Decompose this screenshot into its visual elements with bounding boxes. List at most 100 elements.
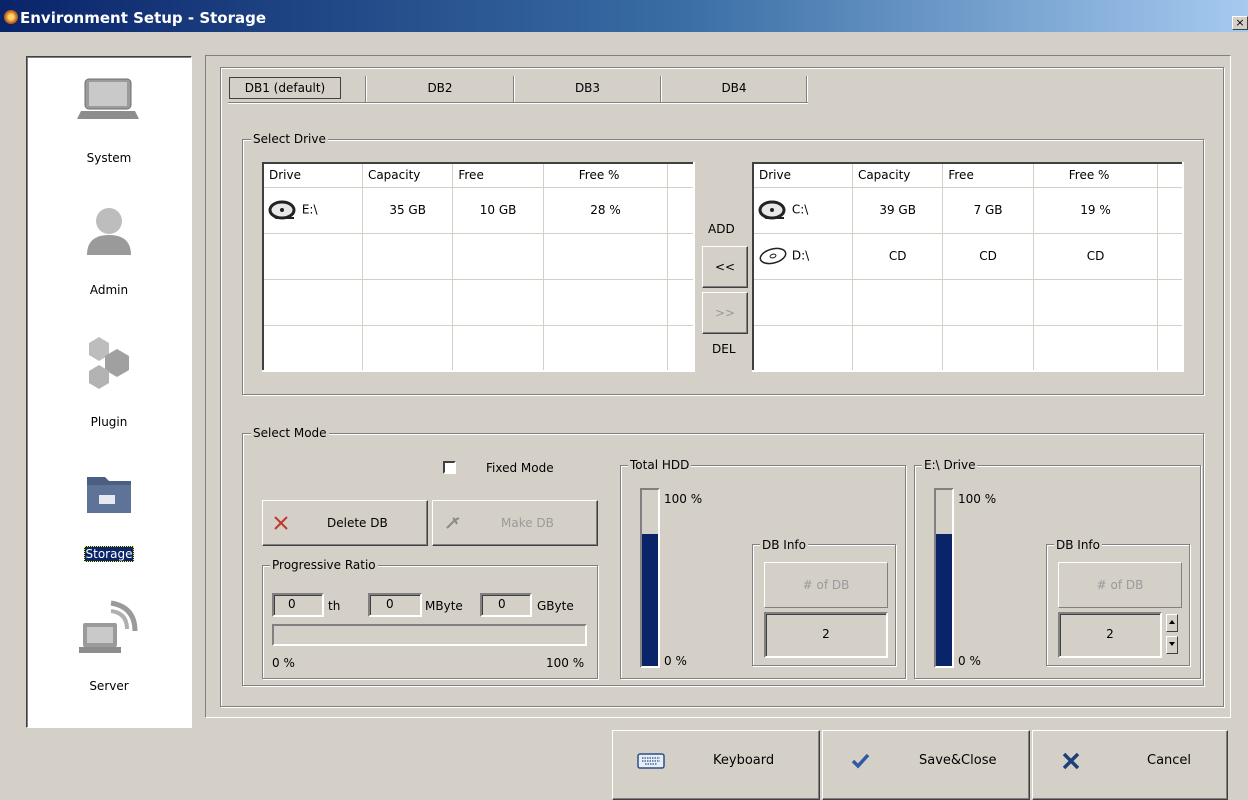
- column-header: Free: [942, 163, 1034, 188]
- checkmark-icon: [851, 753, 870, 769]
- hdd-icon: [758, 200, 786, 220]
- column-header: Free %: [1033, 163, 1159, 188]
- sidebar-item-storage[interactable]: Storage: [27, 467, 191, 577]
- free-cell: CD: [942, 233, 1034, 280]
- add-label: ADD: [708, 222, 735, 236]
- table-row: [263, 325, 695, 372]
- close-button[interactable]: ×: [1232, 16, 1248, 30]
- keyboard-label: Keyboard: [713, 753, 775, 768]
- column-header: Drive: [263, 163, 363, 188]
- save-close-label: Save&Close: [919, 753, 997, 768]
- sidebar-item-label: System: [86, 151, 132, 165]
- chevron-down-icon: [1169, 642, 1175, 646]
- title-bar: Environment Setup - Storage ×: [0, 0, 1248, 32]
- th-unit: th: [328, 599, 341, 613]
- gbyte-unit: GByte: [537, 599, 574, 613]
- num-db-value[interactable]: 2: [1058, 612, 1162, 658]
- cancel-button[interactable]: Cancel: [1032, 730, 1228, 800]
- make-db-button[interactable]: Make DB: [432, 500, 598, 546]
- capacity-cell: CD: [852, 233, 944, 280]
- capacity-cell: 35 GB: [362, 187, 454, 234]
- table-row: [263, 233, 695, 280]
- wand-icon: [446, 517, 460, 529]
- delete-db-button[interactable]: Delete DB: [262, 500, 428, 546]
- progress-max-label: 100 %: [546, 656, 585, 670]
- mbyte-field[interactable]: 0: [368, 593, 422, 617]
- total-hdd-gauge: [640, 488, 660, 668]
- th-field[interactable]: 0: [272, 593, 324, 617]
- capacity-cell: 39 GB: [852, 187, 944, 234]
- user-icon: [87, 208, 131, 255]
- tab-db4[interactable]: DB4: [662, 76, 806, 100]
- add-drive-button[interactable]: <<: [702, 246, 748, 288]
- sidebar-item-admin[interactable]: Admin: [27, 203, 191, 313]
- table-row: [753, 279, 1184, 326]
- tab-db1[interactable]: DB1 (default): [229, 77, 341, 99]
- laptop-icon: [77, 78, 139, 119]
- close-icon: [1062, 752, 1080, 770]
- available-drives-table: Drive Capacity Free Free % E:\ 35 GB 10 …: [262, 162, 695, 372]
- table-row: [263, 279, 695, 326]
- hexagon-plugin-icon: [89, 337, 129, 389]
- tab-underline: [228, 102, 808, 104]
- gauge-bottom-label: 0 %: [664, 654, 687, 668]
- select-drive-title: Select Drive: [251, 132, 328, 146]
- total-hdd-gauge-fill: [642, 534, 658, 666]
- fixed-mode-label: Fixed Mode: [486, 461, 554, 475]
- total-hdd-title: Total HDD: [628, 458, 692, 472]
- sidebar-item-plugin[interactable]: Plugin: [27, 335, 191, 445]
- free-pct-cell: 19 %: [1033, 187, 1159, 234]
- db-info-title: DB Info: [1054, 538, 1102, 552]
- sidebar-item-system[interactable]: System: [27, 71, 191, 181]
- drive-letter: C:\: [791, 202, 809, 217]
- folder-storage-icon: [87, 477, 131, 513]
- drive-letter: D:\: [791, 248, 810, 263]
- satellite-server-icon: [79, 600, 138, 653]
- window-title: Environment Setup - Storage: [20, 9, 267, 27]
- table-row[interactable]: D:\ CD CD CD: [753, 233, 1184, 280]
- column-header: Free: [452, 163, 544, 188]
- delete-drive-button[interactable]: >>: [702, 292, 748, 334]
- app-icon: [4, 10, 18, 24]
- select-mode-title: Select Mode: [251, 426, 329, 440]
- free-pct-cell: 28 %: [543, 187, 669, 234]
- fixed-mode-checkbox[interactable]: [443, 461, 456, 474]
- close-icon: [274, 516, 288, 530]
- num-db-label-box: # of DB: [764, 562, 888, 608]
- table-row[interactable]: E:\ 35 GB 10 GB 28 %: [263, 187, 695, 234]
- sidebar-item-server[interactable]: Server: [27, 599, 191, 709]
- cd-icon: [759, 247, 787, 265]
- table-row: [753, 325, 1184, 372]
- column-header: Free %: [543, 163, 669, 188]
- num-db-label-box: # of DB: [1058, 562, 1182, 608]
- column-header: Drive: [753, 163, 853, 188]
- column-header: Capacity: [362, 163, 454, 188]
- spin-up-button[interactable]: [1166, 614, 1178, 632]
- drive-usage-title: E:\ Drive: [922, 458, 978, 472]
- progressive-ratio-title: Progressive Ratio: [270, 558, 378, 572]
- drive-usage-gauge-fill: [936, 534, 952, 666]
- save-close-button[interactable]: Save&Close: [822, 730, 1030, 800]
- gauge-bottom-label: 0 %: [958, 654, 981, 668]
- free-pct-cell: CD: [1033, 233, 1159, 280]
- gbyte-field[interactable]: 0: [480, 593, 532, 617]
- tab-db3[interactable]: DB3: [515, 76, 660, 100]
- drive-letter: E:\: [301, 202, 318, 217]
- gauge-top-label: 100 %: [664, 492, 703, 506]
- make-db-label: Make DB: [501, 516, 554, 530]
- free-cell: 7 GB: [942, 187, 1034, 234]
- keyboard-icon: [637, 753, 665, 769]
- num-db-value: 2: [764, 612, 888, 658]
- progressive-progress-bar: [272, 624, 587, 646]
- free-cell: 10 GB: [452, 187, 544, 234]
- sidebar: System Admin Plugin Storage Server: [26, 56, 192, 728]
- table-row[interactable]: C:\ 39 GB 7 GB 19 %: [753, 187, 1184, 234]
- keyboard-button[interactable]: Keyboard: [612, 730, 820, 800]
- spin-down-button[interactable]: [1166, 636, 1178, 654]
- db-info-title: DB Info: [760, 538, 808, 552]
- del-label: DEL: [712, 342, 736, 356]
- chevron-up-icon: [1169, 620, 1175, 624]
- column-header: Capacity: [852, 163, 944, 188]
- tab-db2[interactable]: DB2: [367, 76, 513, 100]
- gauge-top-label: 100 %: [958, 492, 997, 506]
